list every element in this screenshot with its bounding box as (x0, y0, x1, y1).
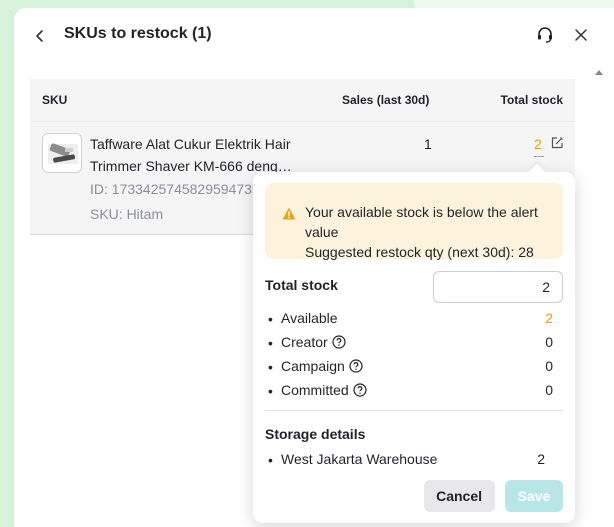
close-icon[interactable] (573, 27, 589, 43)
stock-alert-banner: Your available stock is below the alert … (265, 183, 563, 262)
product-image (48, 143, 78, 164)
bullet: • (268, 383, 273, 399)
product-thumbnail (42, 133, 82, 173)
product-sku: SKU: Hitam (90, 206, 164, 222)
stock-breakdown-list: • Available 2 • Creator 0 • Campaign 0 •… (265, 308, 553, 404)
chevron-left-icon[interactable] (32, 26, 48, 46)
product-id: ID: 1733425745829594735 (90, 181, 260, 197)
breakdown-label-wrap: Committed (281, 382, 367, 398)
breakdown-value: 0 (545, 334, 553, 350)
warehouse-list: • West Jakarta Warehouse 2 (265, 449, 545, 473)
bullet: • (268, 311, 273, 327)
storage-details-label: Storage details (265, 426, 366, 442)
warehouse-label: West Jakarta Warehouse (281, 451, 438, 467)
breakdown-label: Campaign (281, 358, 345, 374)
alert-suggestion: Suggested restock qty (next 30d): 28 (305, 244, 534, 260)
list-item-creator: • Creator 0 (265, 332, 553, 356)
breakdown-label: Available (281, 310, 338, 326)
help-circle-icon[interactable] (353, 383, 367, 397)
breakdown-value: 2 (545, 310, 553, 326)
column-header-sales: Sales (last 30d) (342, 93, 430, 107)
modal-title: SKUs to restock (1) (64, 25, 212, 42)
breakdown-label: Committed (281, 382, 349, 398)
bullet: • (268, 359, 273, 375)
breakdown-label-wrap: Campaign (281, 358, 363, 374)
list-item-committed: • Committed 0 (265, 380, 553, 404)
modal-header: SKUs to restock (1) (14, 8, 614, 64)
divider (265, 410, 563, 411)
list-item-campaign: • Campaign 0 (265, 356, 553, 380)
breakdown-value: 0 (545, 358, 553, 374)
scroll-up-arrow-icon[interactable] (593, 66, 605, 78)
warning-icon (282, 207, 296, 220)
alert-message: Your available stock is below the alert … (305, 204, 538, 240)
total-stock-label: Total stock (265, 277, 338, 293)
column-header-stock: Total stock (500, 93, 563, 107)
column-header-sku: SKU (42, 93, 68, 107)
bullet: • (268, 452, 273, 468)
popover-footer: Cancel Save (418, 480, 563, 512)
help-circle-icon[interactable] (332, 335, 346, 349)
total-stock-input[interactable] (433, 271, 563, 303)
breakdown-label-wrap: Creator (281, 334, 346, 350)
save-button[interactable]: Save (505, 480, 563, 512)
stock-underline (534, 156, 544, 159)
breakdown-label: Creator (281, 334, 328, 350)
stock-edit-popover: Your available stock is below the alert … (253, 163, 575, 523)
help-circle-icon[interactable] (349, 359, 363, 373)
bullet: • (268, 335, 273, 351)
edit-icon[interactable] (550, 136, 564, 150)
sales-value: 1 (424, 136, 432, 152)
list-item-available: • Available 2 (265, 308, 553, 332)
breakdown-value: 0 (545, 382, 553, 398)
headset-icon[interactable] (535, 25, 555, 45)
list-item-warehouse: • West Jakarta Warehouse 2 (265, 449, 545, 473)
total-stock-value[interactable]: 2 (534, 136, 542, 152)
cancel-button[interactable]: Cancel (423, 480, 495, 512)
warehouse-value: 2 (537, 451, 545, 467)
alert-text: Your available stock is below the alert … (305, 202, 557, 262)
product-name: Taffware Alat Cukur Elektrik Hair Trimme… (90, 136, 292, 174)
table-header: SKU Sales (last 30d) Total stock (30, 79, 575, 121)
